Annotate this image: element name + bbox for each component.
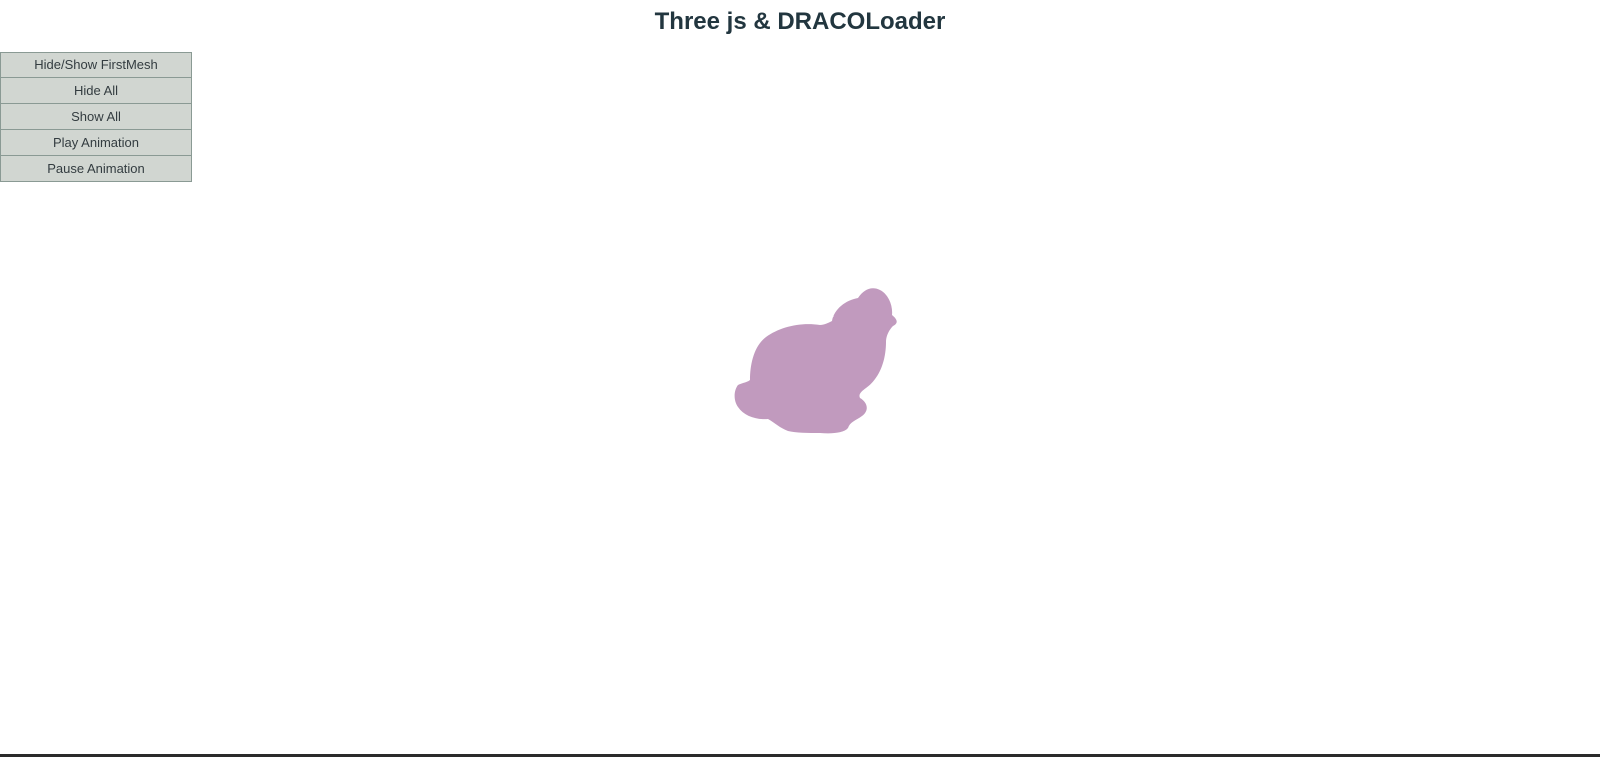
play-animation-button[interactable]: Play Animation [0,130,192,156]
scene-render [734,288,897,434]
page: Three js & DRACOLoader Hide/Show FirstMe… [0,0,1600,757]
show-all-button[interactable]: Show All [0,104,192,130]
page-title: Three js & DRACOLoader [654,8,946,35]
pause-animation-button[interactable]: Pause Animation [0,156,192,182]
three-canvas[interactable] [0,48,1600,754]
bunny-model [734,288,897,434]
hide-show-first-mesh-button[interactable]: Hide/Show FirstMesh [0,52,192,78]
hide-all-button[interactable]: Hide All [0,78,192,104]
control-panel: Hide/Show FirstMesh Hide All Show All Pl… [0,52,192,182]
bunny-ear-notch [816,315,834,322]
